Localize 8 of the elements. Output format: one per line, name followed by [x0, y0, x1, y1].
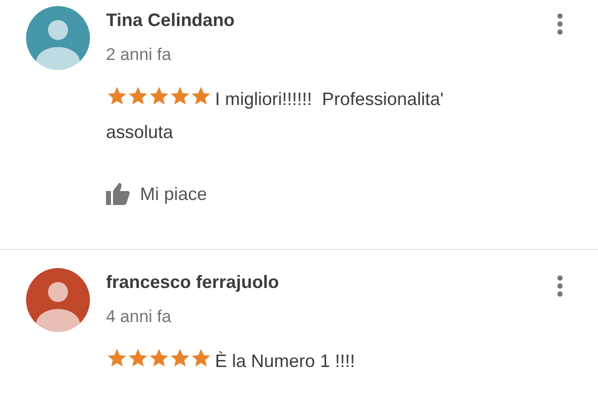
review-date: 4 anni fa [106, 306, 172, 328]
thumbs-up-icon [106, 183, 130, 205]
reviewer-name[interactable]: Tina Celindano [106, 8, 235, 32]
review-text: È la Numero 1 !!!! [215, 351, 356, 371]
like-button[interactable]: Mi piace [106, 180, 208, 208]
reviewer-name[interactable]: francesco ferrajuolo [106, 270, 280, 294]
review-date: 2 anni fa [106, 44, 172, 66]
review-text: I migliori!!!!!! Professionalita' assoluta [106, 89, 445, 142]
